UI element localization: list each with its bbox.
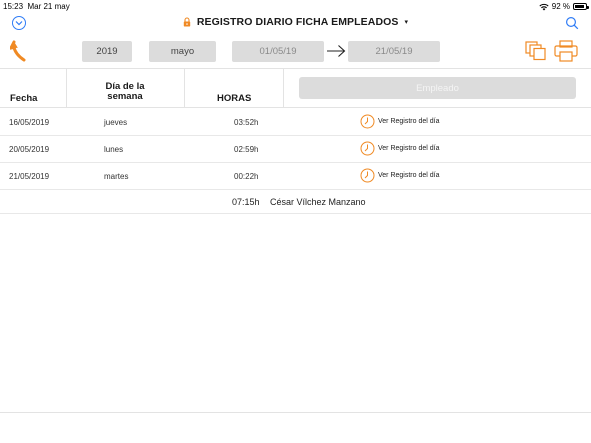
status-right: 92 % [539,2,589,11]
header-dia-semana: Día de la semana [105,81,145,102]
table-row: 20/05/2019 lunes 02:59h Ver Registro del… [0,136,591,163]
battery-icon [573,3,589,10]
date-from-field[interactable]: 01/05/19 [232,41,324,62]
print-icon[interactable] [554,40,578,62]
row-horas: 02:59h [234,145,259,154]
column-divider [66,69,67,107]
empleado-button[interactable]: Empleado [299,77,576,99]
battery-percent: 92 % [551,2,570,11]
table-header: Fecha Día de la semana HORAS Empleado [0,68,591,108]
row-dia: lunes [104,145,124,154]
page-title: REGISTRO DIARIO FICHA EMPLEADOS [196,16,399,28]
row-horas: 03:52h [234,118,259,127]
arrow-right-icon [327,45,346,57]
lock-icon [183,17,191,27]
clock-icon [360,114,375,129]
total-horas: 07:15h [232,197,260,207]
row-fecha: 16/05/2019 [9,118,50,127]
ver-registro-label: Ver Registro del día [378,118,440,125]
filter-toolbar: 2019 mayo 01/05/19 21/05/19 [0,36,591,68]
ver-registro-link[interactable]: Ver Registro del día [360,168,439,183]
date-to-field[interactable]: 21/05/19 [348,41,440,62]
wifi-icon [539,3,549,10]
clock-icon [360,141,375,156]
ver-registro-label: Ver Registro del día [378,145,440,152]
ver-registro-link[interactable]: Ver Registro del día [360,141,439,156]
year-select[interactable]: 2019 [82,41,132,62]
table-row: 21/05/2019 martes 00:22h Ver Registro de… [0,163,591,190]
status-date: Mar 21 may [27,2,70,11]
row-dia: jueves [104,118,128,127]
total-row: 07:15h César Vílchez Manzano [0,190,591,214]
status-bar: 15:23 Mar 21 may 92 % [0,0,591,12]
ver-registro-link[interactable]: Ver Registro del día [360,114,439,129]
clock-icon [360,168,375,183]
table-row: 16/05/2019 jueves 03:52h Ver Registro de… [0,109,591,136]
header-fecha: Fecha [10,93,38,104]
column-divider [184,69,185,107]
search-icon[interactable] [565,16,579,30]
month-select[interactable]: mayo [149,41,216,62]
copy-icon[interactable] [525,41,547,61]
table-body: 16/05/2019 jueves 03:52h Ver Registro de… [0,109,591,214]
row-dia: martes [104,172,129,181]
status-time-date: 15:23 Mar 21 may [3,2,70,11]
divider [0,412,591,413]
column-divider [283,69,284,107]
row-fecha: 20/05/2019 [9,145,50,154]
employee-name: César Vílchez Manzano [270,197,366,207]
page-title-dropdown[interactable]: REGISTRO DIARIO FICHA EMPLEADOS ▾ [0,16,591,28]
row-fecha: 21/05/2019 [9,172,50,181]
ver-registro-label: Ver Registro del día [378,172,440,179]
title-caret-icon: ▾ [404,19,409,26]
header-horas: HORAS [217,93,252,104]
nav-bar: REGISTRO DIARIO FICHA EMPLEADOS ▾ [0,12,591,36]
status-time: 15:23 [3,2,24,11]
row-horas: 00:22h [234,172,259,181]
back-arrow-icon[interactable] [10,40,28,62]
battery-fill [575,5,585,8]
